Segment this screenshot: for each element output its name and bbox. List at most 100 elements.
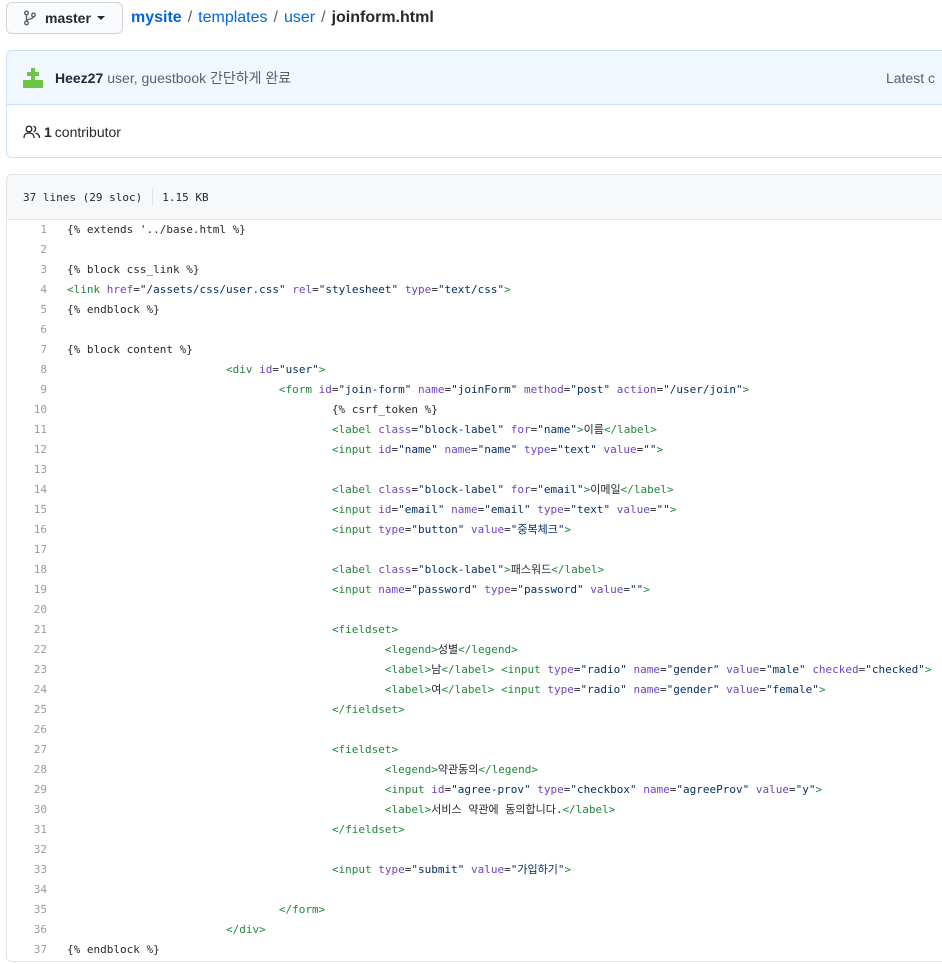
code-token: <legend>: [384, 763, 438, 776]
line-number[interactable]: 10: [7, 400, 47, 420]
code-token: =: [312, 283, 319, 296]
line-number[interactable]: 23: [7, 660, 47, 680]
branch-select-button[interactable]: master: [6, 2, 123, 34]
code-token: "checked": [865, 663, 925, 676]
line-source: </fieldset>: [47, 820, 405, 840]
line-number[interactable]: 20: [7, 600, 47, 620]
line-source: {% csrf_token %}: [47, 400, 438, 420]
line-number[interactable]: 30: [7, 800, 47, 820]
line-source: [47, 460, 67, 480]
line-number[interactable]: 26: [7, 720, 47, 740]
line-number[interactable]: 19: [7, 580, 47, 600]
line-number[interactable]: 22: [7, 640, 47, 660]
commit-author-link[interactable]: Heez27: [55, 70, 103, 86]
breadcrumb-templates-link[interactable]: templates: [198, 9, 267, 27]
code-token: </label>: [441, 663, 495, 676]
line-number[interactable]: 4: [7, 280, 47, 300]
code-token: {% endblock %}: [67, 303, 160, 316]
breadcrumb-repo-link[interactable]: mysite: [131, 9, 182, 27]
line-number[interactable]: 3: [7, 260, 47, 280]
line-number[interactable]: 15: [7, 500, 47, 520]
line-number[interactable]: 6: [7, 320, 47, 340]
code-token: <input: [331, 503, 379, 516]
line-source: </fieldset>: [47, 700, 405, 720]
line-number[interactable]: 28: [7, 760, 47, 780]
line-number[interactable]: 11: [7, 420, 47, 440]
line-number[interactable]: 12: [7, 440, 47, 460]
code-token: <input: [331, 443, 379, 456]
line-number[interactable]: 1: [7, 220, 47, 240]
code-token: "email": [398, 503, 445, 516]
line-number[interactable]: 16: [7, 520, 47, 540]
line-source: </div>: [47, 920, 266, 940]
avatar[interactable]: [23, 67, 43, 88]
line-source: [47, 540, 67, 560]
code-token: name: [418, 383, 445, 396]
line-number[interactable]: 18: [7, 560, 47, 580]
contributors-row[interactable]: 1 contributor: [7, 105, 942, 157]
code-token: <label: [331, 483, 379, 496]
line-number[interactable]: 31: [7, 820, 47, 840]
line-number[interactable]: 21: [7, 620, 47, 640]
contributors-label: contributor: [54, 123, 121, 140]
line-number[interactable]: 27: [7, 740, 47, 760]
line-number[interactable]: 8: [7, 360, 47, 380]
line-source: <input id="agree-prov" type="checkbox" n…: [47, 780, 822, 800]
line-number[interactable]: 37: [7, 940, 47, 960]
code-token: 약관동의: [437, 763, 479, 776]
code-token: </fieldset>: [331, 823, 405, 836]
line-number[interactable]: 32: [7, 840, 47, 860]
code-token: type: [378, 523, 405, 536]
code-line: 15 <input id="email" name="email" type="…: [7, 500, 942, 520]
line-number[interactable]: 17: [7, 540, 47, 560]
people-icon: [23, 125, 41, 138]
breadcrumb-user-link[interactable]: user: [284, 9, 315, 27]
code-token: rel: [292, 283, 313, 296]
breadcrumb-separator: /: [321, 9, 326, 26]
line-number[interactable]: 13: [7, 460, 47, 480]
code-token: >: [504, 283, 511, 296]
file-navigation: master mysite / templates / user / joinf…: [6, 2, 942, 34]
line-number[interactable]: 33: [7, 860, 47, 880]
line-number[interactable]: 2: [7, 240, 47, 260]
line-number[interactable]: 36: [7, 920, 47, 940]
line-number[interactable]: 34: [7, 880, 47, 900]
code-token: =: [133, 283, 140, 296]
code-token: "name": [477, 443, 518, 456]
code-token: =: [788, 783, 796, 796]
line-source: {% endblock %}: [47, 300, 160, 320]
line-number[interactable]: 14: [7, 480, 47, 500]
code-token: type: [484, 583, 511, 596]
latest-commit-label[interactable]: Latest c: [886, 70, 935, 86]
line-number[interactable]: 29: [7, 780, 47, 800]
line-source: <input id="email" name="email" type="tex…: [47, 500, 676, 520]
code-token: {% csrf_token %}: [67, 403, 438, 416]
code-token: "text": [570, 503, 611, 516]
code-token: 남: [431, 663, 442, 676]
code-token: 서비스 약관에 동의합니다.: [431, 803, 563, 816]
code-token: type: [547, 663, 574, 676]
commit-message-link[interactable]: user, guestbook 간단하게 완료: [107, 68, 291, 88]
line-number[interactable]: 24: [7, 680, 47, 700]
code-token: <legend>: [384, 643, 438, 656]
code-token: "female": [765, 683, 819, 696]
code-token: value: [590, 583, 624, 596]
code-line: 31 </fieldset>: [7, 820, 942, 840]
code-line: 14 <label class="block-label" for="email…: [7, 480, 942, 500]
code-token: "email": [537, 483, 584, 496]
line-number[interactable]: 25: [7, 700, 47, 720]
code-token: "password": [517, 583, 584, 596]
code-token: value: [471, 863, 505, 876]
line-number[interactable]: 7: [7, 340, 47, 360]
code-token: id: [431, 783, 445, 796]
line-number[interactable]: 5: [7, 300, 47, 320]
line-number[interactable]: 9: [7, 380, 47, 400]
line-source: <label>서비스 약관에 동의합니다.</label>: [47, 800, 616, 820]
line-number[interactable]: 35: [7, 900, 47, 920]
